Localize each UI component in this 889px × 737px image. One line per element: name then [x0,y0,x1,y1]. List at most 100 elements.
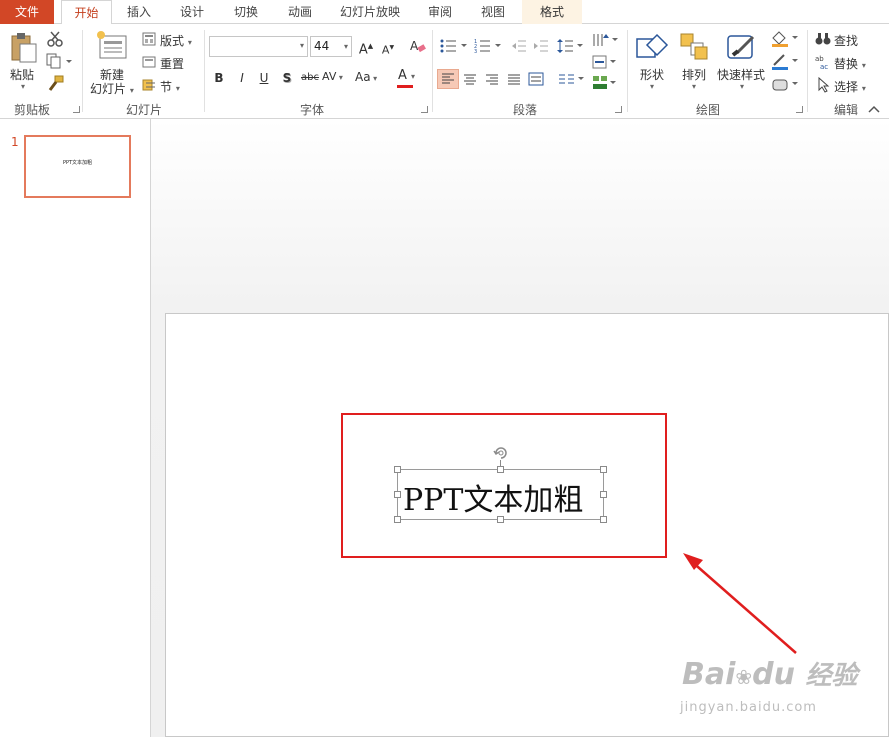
distributed-icon [528,72,544,86]
editing-group-label: 编辑 [833,103,858,117]
shapes-icon [635,31,669,63]
text-direction-icon[interactable] [592,32,618,50]
justify-button[interactable] [506,71,522,87]
tab-design[interactable]: 设计 [166,0,218,24]
numbering-icon[interactable]: 123 [474,38,504,55]
font-name-dropdown-icon[interactable]: ▾ [300,41,304,50]
group-separator [204,30,205,112]
cut-icon[interactable] [47,31,63,47]
distributed-button[interactable] [528,71,544,87]
layout-button[interactable]: 版式 ▾ [160,32,192,49]
italic-button[interactable]: I [234,70,250,86]
replace-label: 替换 [834,57,859,71]
align-text-icon[interactable] [592,55,618,69]
font-color-dropdown-icon: ▾ [411,72,416,81]
shape-fill-icon[interactable] [770,30,800,48]
slide-thumbnail[interactable]: PPT文本加粗 [24,135,131,198]
format-painter-icon[interactable] [46,75,64,93]
quick-styles-dropdown-icon[interactable]: ▾ [740,82,744,91]
tab-insert[interactable]: 插入 [114,0,164,24]
tab-animations[interactable]: 动画 [274,0,326,24]
watermark-paw-icon: ❀ [735,665,753,689]
font-color-button[interactable]: A ▾ [398,68,415,83]
svg-text:ab: ab [815,55,824,63]
increase-indent-icon[interactable] [533,38,549,54]
align-center-button[interactable] [462,71,478,87]
find-button[interactable]: 查找 [834,32,858,49]
replace-dropdown-icon: ▾ [861,61,866,70]
align-right-icon [486,74,498,85]
align-left-icon [442,73,454,84]
font-launcher-icon[interactable] [421,106,428,113]
tab-home[interactable]: 开始 [61,0,112,25]
shapes-dropdown-icon[interactable]: ▾ [650,82,654,91]
reset-button[interactable]: 重置 [160,55,184,72]
new-slide-dropdown-icon: ▾ [129,86,134,95]
change-case-dropdown-icon: ▾ [370,74,378,83]
new-slide-button[interactable]: 幻灯片 ▾ [90,80,134,97]
bullets-icon[interactable] [440,38,470,54]
group-separator [807,30,808,112]
char-spacing-label: AV [322,70,337,83]
select-dropdown-icon: ▾ [861,84,866,93]
watermark-brand: Bai [682,657,736,692]
paragraph-group-label: 段落 [512,103,537,117]
paste-button[interactable]: 粘贴 [10,66,34,83]
tab-format[interactable]: 格式 [522,0,582,24]
paste-dropdown-icon[interactable]: ▾ [21,82,25,91]
select-button[interactable]: 选择 ▾ [834,78,866,95]
decrease-indent-icon[interactable] [511,38,527,54]
font-size-value: 44 [314,39,330,53]
group-separator [627,30,628,112]
underline-button[interactable]: U [256,70,272,86]
grow-font-button[interactable]: A▲ [358,38,374,58]
quick-styles-button[interactable]: 快速样式 [717,66,765,83]
shadow-button[interactable]: S [279,70,295,86]
svg-text:3: 3 [474,49,477,54]
char-spacing-dropdown-icon: ▾ [336,73,343,82]
strikethrough-button[interactable]: abc [298,70,322,86]
svg-text:A: A [410,39,419,53]
reset-icon [142,55,156,69]
watermark-logo: Bai❀du 经验 [682,655,857,692]
grow-font-label: A [358,42,368,58]
shape-effects-icon[interactable] [770,76,800,94]
font-size-select[interactable]: 44 ▾ [310,36,352,57]
shape-outline-icon[interactable] [770,53,800,71]
shrink-font-button[interactable]: A▼ [380,40,396,57]
tab-transitions[interactable]: 切换 [220,0,272,24]
change-case-button[interactable]: Aa ▾ [355,70,377,84]
arrange-button[interactable]: 排列 [682,66,706,83]
paragraph-launcher-icon[interactable] [615,106,622,113]
watermark-product: 经验 [805,661,858,691]
clear-formatting-icon[interactable]: A [410,38,426,54]
section-button[interactable]: 节 ▾ [160,78,180,95]
shapes-button[interactable]: 形状 [640,66,664,83]
section-label: 节 [160,80,173,94]
font-name-select[interactable]: ▾ [209,36,308,57]
new-slide-icon [96,30,128,60]
bold-button[interactable]: B [211,70,227,86]
align-right-button[interactable] [484,71,500,87]
drawing-launcher-icon[interactable] [796,106,803,113]
tab-review[interactable]: 审阅 [414,0,466,24]
columns-icon[interactable] [558,71,586,87]
line-spacing-icon[interactable] [557,38,585,54]
clipboard-group-label: 剪贴板 [13,103,50,117]
watermark-brand2: du [752,657,796,692]
tab-file[interactable]: 文件 [0,0,54,24]
char-spacing-button[interactable]: AV ▾ [322,70,343,83]
replace-button[interactable]: 替换 ▾ [834,55,866,72]
align-left-button[interactable] [437,69,459,89]
arrange-dropdown-icon[interactable]: ▾ [692,82,696,91]
font-size-dropdown-icon[interactable]: ▾ [344,37,348,56]
collapse-ribbon-icon[interactable] [868,104,880,114]
smartart-icon[interactable] [592,75,618,91]
tab-slideshow[interactable]: 幻灯片放映 [330,0,410,24]
clipboard-launcher-icon[interactable] [73,106,80,113]
watermark-url: jingyan.baidu.com [680,700,817,715]
tab-view[interactable]: 视图 [468,0,518,24]
select-cursor-icon [817,76,831,93]
copy-icon[interactable] [46,53,72,69]
slide-thumbnail-text: PPT文本加粗 [62,160,93,166]
